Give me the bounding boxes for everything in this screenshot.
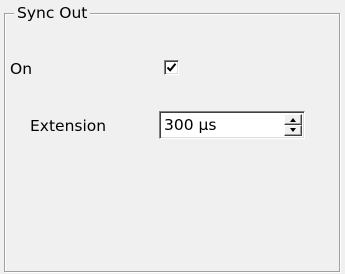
extension-input[interactable]	[164, 114, 264, 136]
group-title: Sync Out	[14, 3, 91, 23]
on-checkbox[interactable]	[164, 60, 179, 75]
spin-up-button[interactable]	[284, 114, 302, 125]
spin-buttons	[284, 114, 302, 136]
on-label: On	[10, 60, 33, 78]
sync-out-groupbox	[4, 13, 340, 272]
spin-down-button[interactable]	[284, 125, 302, 136]
chevron-up-icon	[290, 118, 296, 122]
extension-label: Extension	[30, 117, 107, 135]
extension-spinbox[interactable]	[159, 111, 305, 139]
chevron-down-icon	[290, 128, 296, 132]
checkmark-icon	[166, 63, 177, 72]
